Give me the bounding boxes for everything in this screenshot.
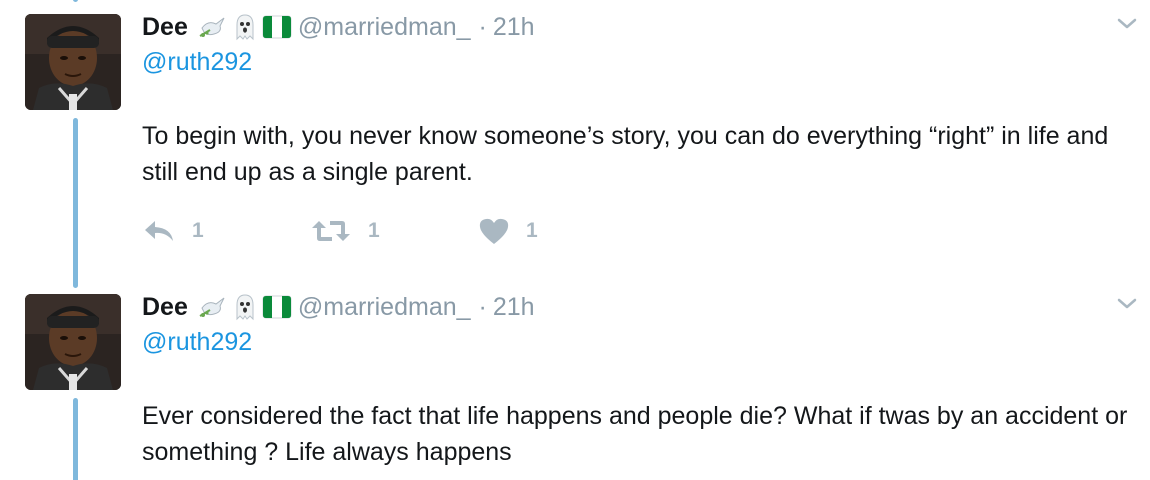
avatar[interactable] (25, 294, 121, 390)
reply-button[interactable]: 1 (142, 218, 212, 244)
retweet-icon (310, 218, 352, 244)
nigeria-flag-icon (262, 292, 292, 322)
author-name[interactable]: Dee (142, 293, 188, 322)
tweet-thread: Dee @marriedman_ · 21h @ruth292 To begin… (0, 0, 1150, 480)
avatar[interactable] (25, 14, 121, 110)
reply-to-mention[interactable]: @ruth292 (142, 328, 252, 357)
dove-icon (198, 12, 228, 42)
separator-dot: · (478, 292, 487, 321)
tweet-text: To begin with, you never know someone’s … (142, 122, 1109, 186)
reply-to-mention[interactable]: @ruth292 (142, 48, 252, 77)
chevron-down-icon[interactable] (1116, 14, 1138, 32)
dove-icon (198, 292, 228, 322)
tweet-header: Dee @marriedman_ · 21h (142, 290, 535, 324)
author-name[interactable]: Dee (142, 13, 188, 42)
thread-connector-line (73, 118, 78, 288)
ghost-icon (230, 292, 260, 322)
reply-icon (142, 218, 176, 244)
tweet-text: Ever considered the fact that life happe… (142, 402, 1128, 466)
tweet[interactable]: Dee (0, 280, 1150, 480)
retweet-button[interactable]: 1 (310, 218, 388, 244)
tweet-header: Dee @marriedman_ · 21h (142, 10, 535, 44)
like-count: 1 (526, 219, 538, 242)
separator-dot: · (478, 12, 487, 41)
reply-count: 1 (192, 219, 204, 242)
tweet-timestamp[interactable]: 21h (493, 13, 535, 42)
tweet-actions: 1 1 1 (142, 212, 602, 250)
tweet-timestamp[interactable]: 21h (493, 293, 535, 322)
chevron-down-icon[interactable] (1116, 294, 1138, 312)
author-handle[interactable]: @marriedman_ (298, 293, 471, 322)
heart-icon (478, 217, 510, 245)
tweet[interactable]: Dee (0, 0, 1150, 288)
retweet-count: 1 (368, 219, 380, 242)
author-handle[interactable]: @marriedman_ (298, 13, 471, 42)
thread-connector-line (73, 398, 78, 480)
ghost-icon (230, 12, 260, 42)
nigeria-flag-icon (262, 12, 292, 42)
like-button[interactable]: 1 (478, 217, 546, 245)
